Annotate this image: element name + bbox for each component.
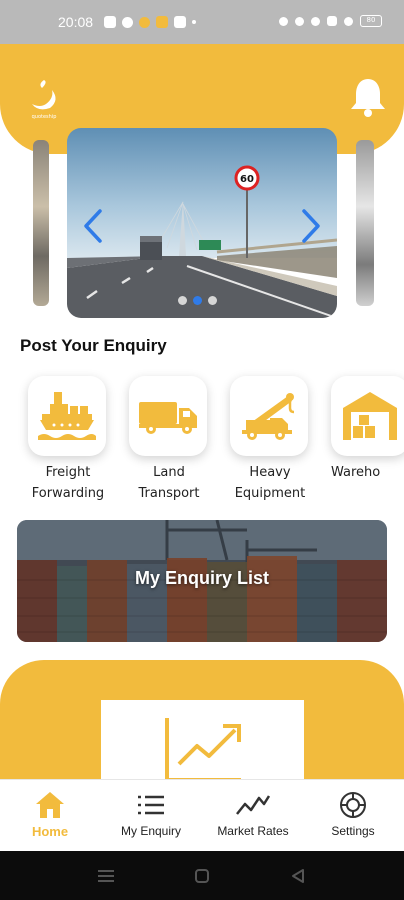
service-card[interactable] — [129, 376, 207, 456]
back-icon[interactable] — [290, 868, 306, 884]
carousel-next-slide[interactable] — [356, 140, 374, 306]
system-icons: 80 — [279, 15, 382, 27]
carousel-dots — [178, 296, 217, 305]
service-land-transport[interactable]: Land Transport — [129, 376, 209, 504]
service-label: Heavy Equipment — [234, 465, 306, 501]
notification-icon — [156, 16, 168, 28]
notification-icon — [139, 16, 150, 28]
service-label: Freight Forwarding — [31, 465, 105, 501]
logo-text: quoteship — [32, 114, 57, 120]
vibrate-icon — [311, 16, 320, 26]
wifi-icon — [344, 16, 353, 26]
service-label: Land Transport — [138, 465, 200, 501]
nav-market-rates-label: Market Rates — [217, 824, 289, 838]
alarm-icon — [279, 16, 288, 26]
truck-icon — [139, 402, 197, 434]
battery-icon: 80 — [360, 15, 382, 27]
nav-settings-label: Settings — [331, 824, 375, 838]
carousel-banner[interactable]: 60 — [67, 128, 337, 318]
app-logo-icon: quoteship — [32, 80, 57, 120]
bluetooth-icon — [295, 16, 304, 26]
warehouse-icon — [343, 392, 397, 440]
carousel-dot-active[interactable] — [193, 296, 202, 305]
notification-icon — [174, 16, 186, 28]
service-card[interactable] — [230, 376, 308, 456]
home-button-icon[interactable] — [194, 868, 210, 884]
my-enquiry-list-banner[interactable]: My Enquiry List — [17, 520, 387, 642]
nav-my-enquiry[interactable]: My Enquiry — [101, 790, 201, 838]
service-freight-forwarding[interactable]: Freight Forwarding — [28, 376, 108, 504]
ship-icon — [38, 392, 96, 440]
gear-icon — [340, 792, 366, 818]
notification-icon — [122, 16, 133, 28]
trend-icon — [236, 795, 271, 815]
nav-market-rates[interactable]: Market Rates — [203, 790, 303, 838]
post-enquiry-title: Post Your Enquiry — [20, 336, 167, 355]
my-enquiry-list-title: My Enquiry List — [134, 568, 269, 588]
carousel-prev-slide[interactable] — [33, 140, 49, 306]
status-time: 20:08 — [58, 14, 94, 30]
crane-truck-icon — [242, 393, 295, 440]
carousel-prev-arrow-icon[interactable] — [82, 208, 104, 244]
notification-icon — [104, 16, 116, 28]
nav-home-label: Home — [31, 824, 69, 839]
notification-icons — [104, 16, 196, 28]
nav-settings[interactable]: Settings — [303, 790, 403, 838]
service-card[interactable] — [28, 376, 106, 456]
bottom-navigation: Home My Enquiry Market Rates Settings — [0, 779, 404, 851]
carousel-dot[interactable] — [208, 296, 217, 305]
service-label: Wareho — [331, 465, 381, 480]
speed-sign-text: 60 — [240, 174, 254, 185]
service-heavy-equipment[interactable]: Heavy Equipment — [230, 376, 310, 504]
service-warehousing[interactable]: Wareho — [331, 376, 404, 483]
bell-icon[interactable] — [348, 76, 388, 118]
carousel-dot[interactable] — [178, 296, 187, 305]
nav-home[interactable]: Home — [0, 790, 100, 839]
status-bar: 20:08 80 — [0, 0, 404, 44]
more-notifications-icon — [192, 20, 196, 24]
highway-bridge-image: 60 — [67, 128, 337, 318]
carousel-next-arrow-icon[interactable] — [300, 208, 322, 244]
service-card[interactable] — [331, 376, 404, 456]
sim-icon — [327, 16, 337, 26]
nav-my-enquiry-label: My Enquiry — [120, 824, 182, 838]
system-navigation-bar — [0, 851, 404, 900]
recent-apps-icon[interactable] — [96, 868, 116, 884]
list-icon — [138, 795, 164, 815]
home-icon — [36, 792, 64, 818]
